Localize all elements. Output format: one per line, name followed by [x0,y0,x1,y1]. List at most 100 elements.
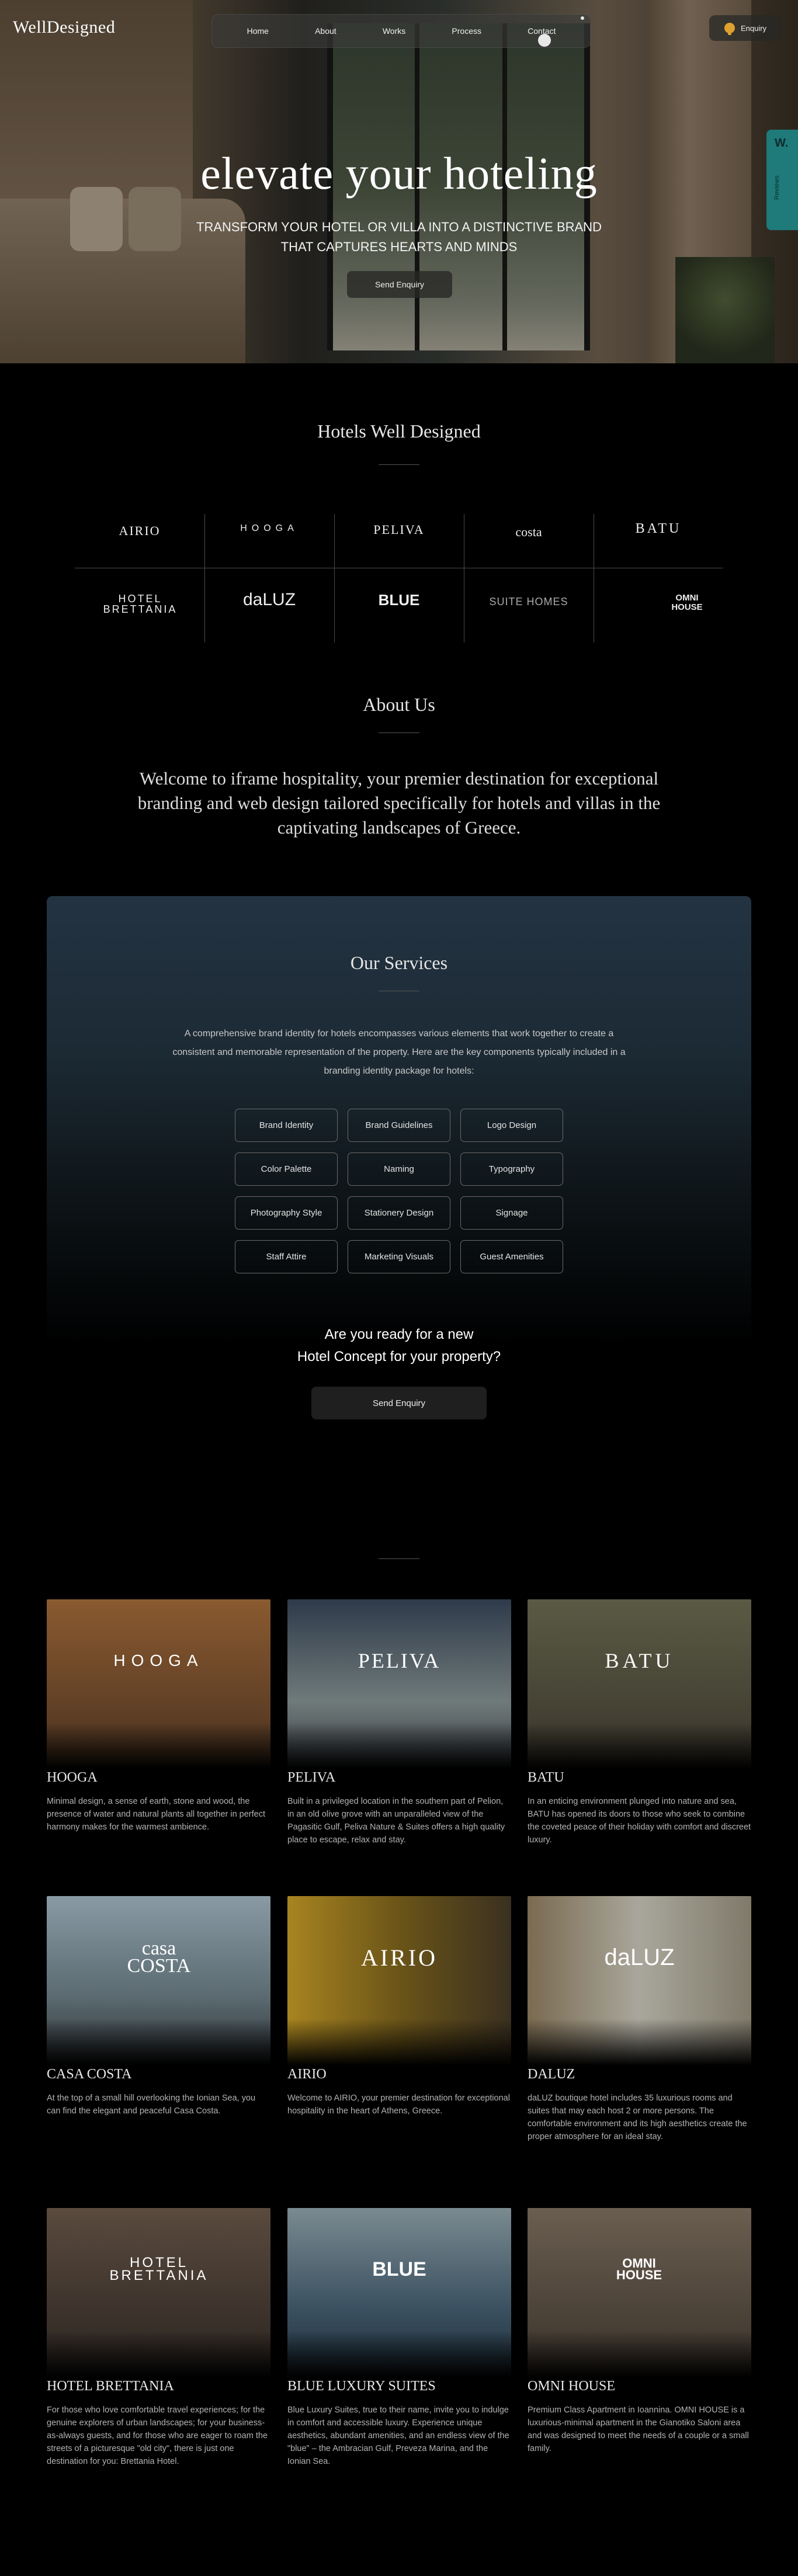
reviews-mark: W. [775,137,789,150]
services-question-line: Are you ready for a new [324,1327,474,1342]
project-image[interactable]: BATU [528,1599,751,1769]
project-card-omni-house[interactable]: OMNI HOUSE OMNI HOUSE Premium Class Apar… [528,2208,751,2455]
project-description: Welcome to AIRIO, your premier destinati… [287,2094,510,2116]
service-typography[interactable]: Typography [460,1152,563,1186]
nav-home[interactable]: Home [247,26,269,36]
project-card-hotel-brettania[interactable]: HOTEL BRETTANIA HOTEL BRETTANIA For thos… [47,2208,270,2468]
partner-logos-grid: AIRIO HOOGA PELIVA costa BATU HOTEL BRET… [75,514,723,643]
project-card-daluz[interactable]: daLUZ DALUZ daLUZ boutique hotel include… [528,1896,751,2143]
project-description: daLUZ boutique hotel includes 35 luxurio… [528,2094,747,2141]
partner-logo-omni-house[interactable]: OMNI HOUSE [669,593,705,612]
project-title[interactable]: PELIVA [287,1770,511,1786]
cursor-trail-dot [581,16,584,20]
project-title[interactable]: OMNI HOUSE [528,2379,751,2394]
service-brand-identity[interactable]: Brand Identity [235,1109,338,1142]
divider [379,1558,419,1559]
partner-logo-airio[interactable]: AIRIO [75,523,204,539]
partner-logo-brettania[interactable]: HOTEL BRETTANIA [99,593,181,615]
project-title[interactable]: BATU [528,1770,751,1786]
project-image[interactable]: casa COSTA [47,1896,270,2065]
service-stationery-design[interactable]: Stationery Design [348,1196,450,1230]
project-image[interactable]: HOTEL BRETTANIA [47,2208,270,2377]
partner-logo-daluz[interactable]: daLUZ [204,590,334,610]
project-image-logo: daLUZ [604,1944,675,1970]
divider [379,464,419,465]
enquiry-button[interactable]: Enquiry [709,15,782,41]
services-question: Are you ready for a new Hotel Concept fo… [47,1324,751,1368]
services-section: Our Services A comprehensive brand ident… [47,896,751,1365]
project-card-batu[interactable]: BATU BATU In an enticing environment plu… [528,1599,751,1846]
service-photography-style[interactable]: Photography Style [235,1196,338,1230]
services-intro: A comprehensive brand identity for hotel… [172,1029,626,1076]
project-image-logo: HOOGA [113,1651,204,1669]
project-description: Built in a privileged location in the so… [287,1797,505,1845]
project-description: Premium Class Apartment in Ioannina. OMN… [528,2405,749,2453]
project-image[interactable]: PELIVA [287,1599,511,1769]
enquiry-label: Enquiry [740,23,767,33]
project-image[interactable]: OMNI HOUSE [528,2208,751,2377]
project-description: For those who love comfortable travel ex… [47,2405,268,2466]
project-description: At the top of a small hill overlooking t… [47,2094,256,2116]
service-naming[interactable]: Naming [348,1152,450,1186]
services-title: Our Services [350,952,448,973]
main-nav: Home About Works Process Contact [211,14,591,48]
hero-subtitle-line: THAT CAPTURES HEARTS AND MINDS [280,239,518,254]
project-image-logo: AIRIO [360,1944,438,1971]
project-card-blue-luxury-suites[interactable]: BLUE BLUE LUXURY SUITES Blue Luxury Suit… [287,2208,511,2468]
site-logo[interactable]: WellDesigned [13,18,115,37]
project-image-logo: OMNI HOUSE [616,2256,662,2282]
hero-section: WellDesigned Home About Works Process Co… [0,0,798,363]
hero-subtitle-line: TRANSFORM YOUR HOTEL OR VILLA INTO A DIS… [196,220,602,234]
service-staff-attire[interactable]: Staff Attire [235,1240,338,1273]
project-image[interactable]: BLUE [287,2208,511,2377]
project-title[interactable]: AIRIO [287,2067,511,2082]
project-image-logo: PELIVA [358,1649,441,1672]
services-send-enquiry-button[interactable]: Send Enquiry [311,1387,487,1419]
project-card-casa-costa[interactable]: casa COSTA CASA COSTA At the top of a sm… [47,1896,270,2117]
service-guest-amenities[interactable]: Guest Amenities [460,1240,563,1273]
partner-logo-blue[interactable]: BLUE [334,591,464,609]
project-card-peliva[interactable]: PELIVA PELIVA Built in a privileged loca… [287,1599,511,1846]
partner-logo-batu[interactable]: BATU [594,521,723,537]
service-marketing-visuals[interactable]: Marketing Visuals [348,1240,450,1273]
service-logo-design[interactable]: Logo Design [460,1109,563,1142]
reviews-label: Reviews [773,175,780,200]
project-title[interactable]: HOTEL BRETTANIA [47,2379,270,2394]
partner-logo-costa[interactable]: costa [464,525,594,540]
services-grid: Brand Identity Brand Guidelines Logo Des… [235,1109,563,1273]
hero-title: elevate your hoteling [200,148,598,199]
project-card-hooga[interactable]: HOOGA HOOGA Minimal design, a sense of e… [47,1599,270,1834]
about-text: Welcome to iframe hospitality, your prem… [137,768,661,838]
bell-icon [724,23,735,35]
partner-logo-peliva[interactable]: PELIVA [334,522,464,537]
project-title[interactable]: DALUZ [528,2067,751,2082]
project-image[interactable]: HOOGA [47,1599,270,1769]
nav-about[interactable]: About [315,26,336,36]
project-image[interactable]: daLUZ [528,1896,751,2065]
service-signage[interactable]: Signage [460,1196,563,1230]
partner-logo-suite-homes[interactable]: SUITE HOMES [464,596,594,608]
services-question-line: Hotel Concept for your property? [297,1349,501,1365]
project-title[interactable]: CASA COSTA [47,2067,270,2082]
project-description: Minimal design, a sense of earth, stone … [47,1797,266,1832]
project-description: In an enticing environment plunged into … [528,1797,751,1845]
cursor-dot [538,34,551,47]
nav-works[interactable]: Works [383,26,405,36]
project-title[interactable]: HOOGA [47,1770,270,1786]
partners-title: Hotels Well Designed [317,421,481,442]
project-card-airio[interactable]: AIRIO AIRIO Welcome to AIRIO, your premi… [287,1896,511,2117]
project-image-logo: casa COSTA [127,1938,191,1977]
service-color-palette[interactable]: Color Palette [235,1152,338,1186]
reviews-side-tab[interactable]: W. Reviews [766,130,798,230]
project-image-logo: HOTEL BRETTANIA [109,2255,209,2283]
project-image[interactable]: AIRIO [287,1896,511,2065]
about-title: About Us [363,694,435,715]
partner-logo-hooga[interactable]: HOOGA [204,523,334,534]
divider [379,732,419,733]
service-brand-guidelines[interactable]: Brand Guidelines [348,1109,450,1142]
hero-send-enquiry-button[interactable]: Send Enquiry [347,271,452,298]
project-title[interactable]: BLUE LUXURY SUITES [287,2379,511,2394]
project-description: Blue Luxury Suites, true to their name, … [287,2405,509,2466]
project-image-logo: BLUE [372,2258,426,2280]
nav-process[interactable]: Process [452,26,481,36]
